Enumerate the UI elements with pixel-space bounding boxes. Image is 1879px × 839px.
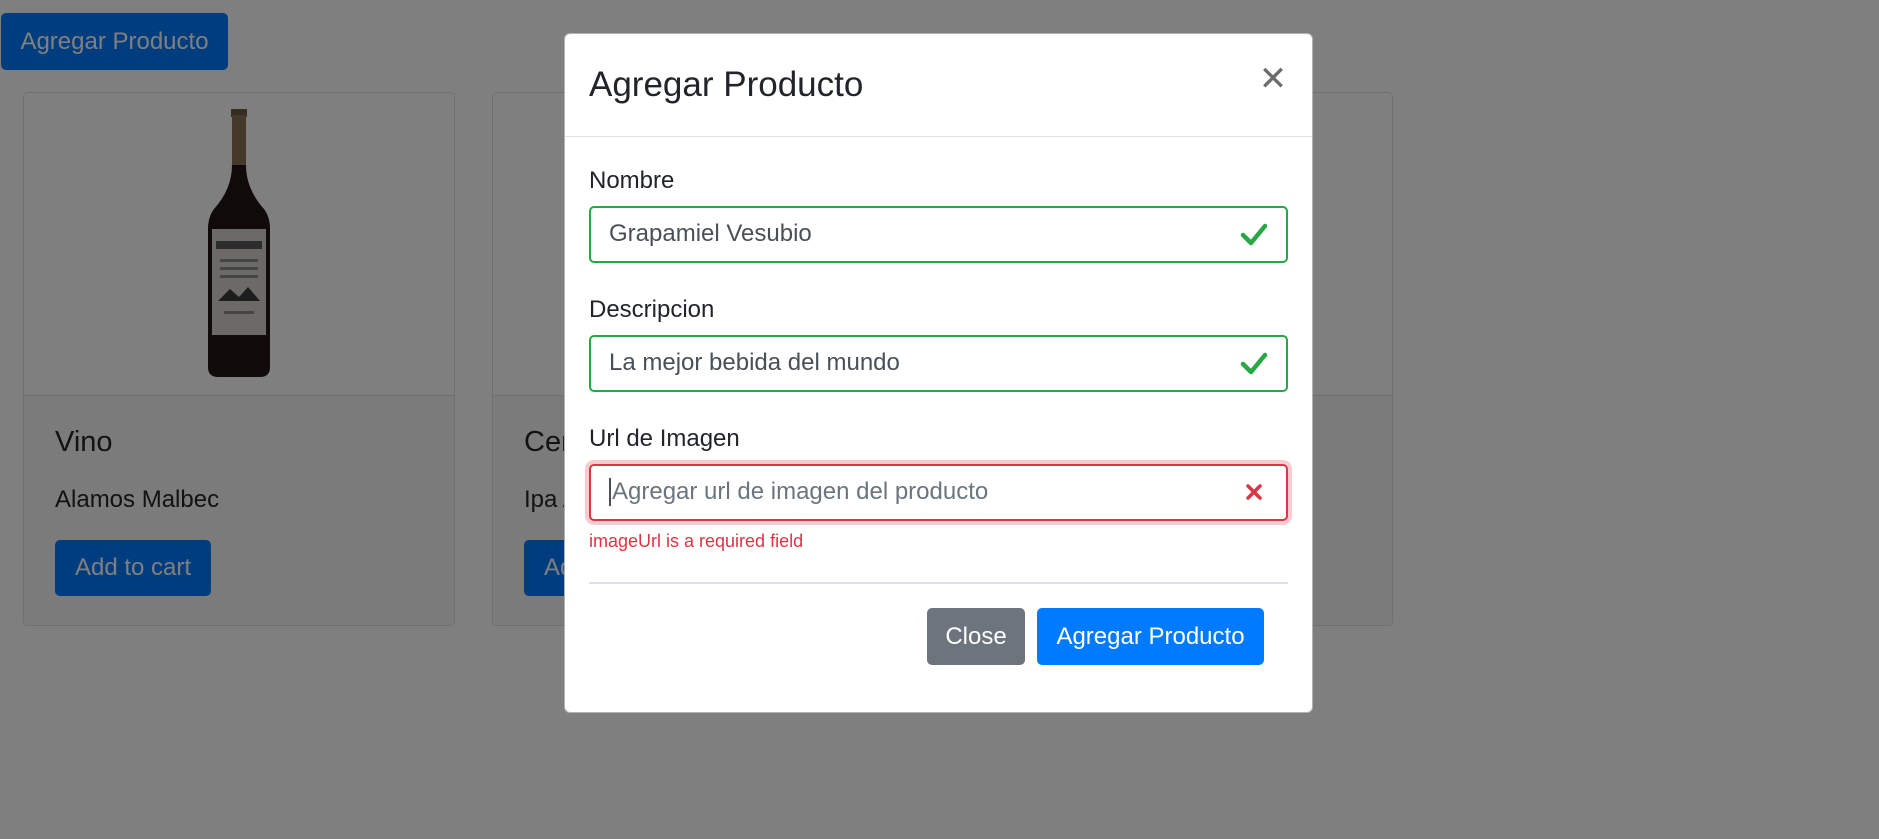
submit-product-button[interactable]: Agregar Producto — [1037, 608, 1264, 665]
checkmark-icon — [1240, 353, 1268, 375]
close-icon[interactable]: ✕ — [1258, 62, 1288, 96]
close-button[interactable]: Close — [927, 608, 1025, 665]
checkmark-icon — [1240, 224, 1268, 246]
modal-header: Agregar Producto ✕ — [565, 34, 1312, 137]
nombre-group: Nombre Grapamiel Vesubio — [589, 167, 1288, 263]
image-url-placeholder: Agregar url de imagen del producto — [612, 478, 989, 506]
image-url-label: Url de Imagen — [589, 425, 740, 452]
image-url-error: imageUrl is a required field — [589, 530, 804, 551]
descripcion-label: Descripcion — [589, 296, 715, 323]
image-url-input[interactable]: Agregar url de imagen del producto — [589, 463, 1288, 521]
add-product-modal: Agregar Producto ✕ Nombre Grapamiel Vesu… — [564, 33, 1313, 713]
error-x-icon — [1246, 484, 1262, 501]
page: Agregar Producto Vino Alamos Malbec Add … — [0, 0, 1879, 839]
text-caret — [609, 478, 611, 507]
modal-title: Agregar Producto — [589, 65, 864, 104]
nombre-value: Grapamiel Vesubio — [609, 220, 812, 248]
descripcion-input[interactable]: La mejor bebida del mundo — [589, 334, 1288, 392]
descripcion-group: Descripcion La mejor bebida del mundo — [589, 296, 1288, 392]
image-url-group: Url de Imagen Agregar url de imagen del … — [589, 425, 1288, 552]
nombre-label: Nombre — [589, 167, 675, 194]
nombre-input[interactable]: Grapamiel Vesubio — [589, 205, 1288, 263]
form-divider — [589, 582, 1288, 584]
descripcion-value: La mejor bebida del mundo — [609, 349, 900, 377]
